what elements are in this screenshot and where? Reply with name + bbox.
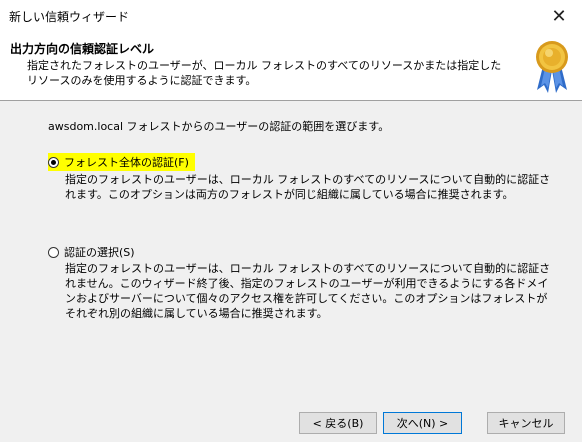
selective-auth-radio[interactable]: [48, 246, 59, 258]
wizard-body: awsdom.local フォレストからのユーザーの認証の範囲を選びます。 フォ…: [0, 101, 582, 442]
forest-wide-auth-description: 指定のフォレストのユーザーは、ローカル フォレストのすべてのリソースについて自動…: [65, 173, 551, 201]
wizard-footer: < 戻る(B) 次へ(N) > キャンセル: [0, 412, 582, 442]
selective-auth-description: 指定のフォレストのユーザーは、ローカル フォレストのすべてのリソースについて自動…: [65, 262, 551, 320]
back-button[interactable]: < 戻る(B): [299, 412, 377, 434]
certificate-ribbon-icon: [536, 41, 568, 93]
page-subheading: 指定されたフォレストのユーザーが、ローカル フォレストのすべてのリソースかまたは…: [27, 59, 502, 87]
intro-text: awsdom.local フォレストからのユーザーの認証の範囲を選びます。: [48, 120, 390, 133]
close-icon: ✕: [551, 5, 567, 27]
wizard-header: 出力方向の信頼認証レベル 指定されたフォレストのユーザーが、ローカル フォレスト…: [0, 32, 582, 101]
forest-wide-auth-radio[interactable]: [48, 156, 59, 168]
window-title: 新しい信頼ウィザード: [9, 10, 130, 24]
selective-auth-option[interactable]: 認証の選択(S): [48, 243, 141, 261]
forest-wide-auth-label: フォレスト全体の認証(F): [64, 156, 189, 169]
cancel-button[interactable]: キャンセル: [487, 412, 565, 434]
next-button[interactable]: 次へ(N) >: [383, 412, 462, 434]
page-heading: 出力方向の信頼認証レベル: [10, 42, 155, 56]
close-button[interactable]: ✕: [536, 0, 582, 32]
title-bar: 新しい信頼ウィザード ✕: [0, 0, 582, 32]
selective-auth-label: 認証の選択(S): [64, 246, 135, 259]
forest-wide-auth-option[interactable]: フォレスト全体の認証(F): [48, 153, 195, 171]
